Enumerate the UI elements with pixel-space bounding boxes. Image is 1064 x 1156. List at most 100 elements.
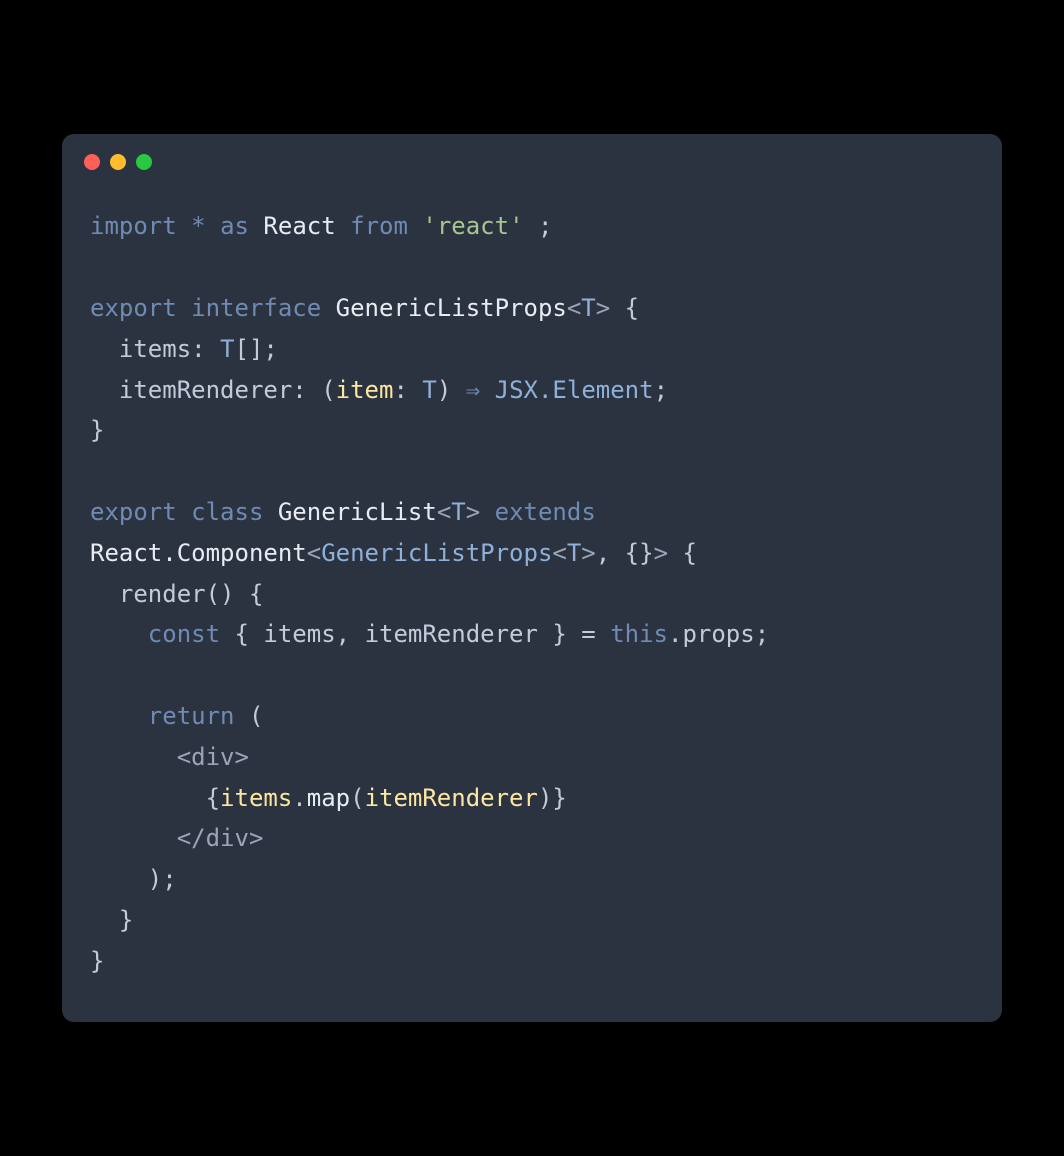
type-param: T bbox=[567, 539, 581, 567]
code-line: ); bbox=[90, 865, 177, 893]
paren: ) bbox=[538, 784, 552, 812]
code-window: import * as React from 'react' ; export … bbox=[62, 134, 1002, 1021]
code-line: </div> bbox=[90, 824, 263, 852]
type-param: T bbox=[422, 376, 436, 404]
indent bbox=[90, 906, 119, 934]
indent bbox=[90, 376, 119, 404]
string-react: 'react' bbox=[422, 212, 523, 240]
zoom-icon[interactable] bbox=[136, 154, 152, 170]
code-line: import * as React from 'react' ; bbox=[90, 212, 552, 240]
paren: ( bbox=[235, 702, 264, 730]
identifier-itemrenderer: itemRenderer bbox=[365, 784, 538, 812]
identifier-items: items bbox=[263, 620, 335, 648]
indent bbox=[90, 743, 177, 771]
brace: { bbox=[235, 580, 264, 608]
brace: { bbox=[610, 294, 639, 322]
angle-bracket: > bbox=[596, 294, 610, 322]
angle-bracket: > bbox=[466, 498, 480, 526]
paren-semi: ); bbox=[148, 865, 177, 893]
angle-bracket: < bbox=[567, 294, 581, 322]
titlebar bbox=[62, 134, 1002, 178]
keyword-as: as bbox=[220, 212, 249, 240]
identifier-items: items bbox=[220, 784, 292, 812]
paren: ( bbox=[350, 784, 364, 812]
identifier-react: React bbox=[263, 212, 335, 240]
keyword-from: from bbox=[350, 212, 408, 240]
brace: } bbox=[119, 906, 133, 934]
colon-paren: : ( bbox=[292, 376, 335, 404]
angle-bracket: < bbox=[552, 539, 566, 567]
param-item: item bbox=[336, 376, 394, 404]
comma: , bbox=[336, 620, 365, 648]
tag-div: div bbox=[191, 743, 234, 771]
minimize-icon[interactable] bbox=[110, 154, 126, 170]
identifier-genericlist: GenericList bbox=[278, 498, 437, 526]
dot: . bbox=[292, 784, 306, 812]
colon: : bbox=[191, 335, 220, 363]
keyword-export: export bbox=[90, 294, 177, 322]
semicolon: ; bbox=[755, 620, 769, 648]
brace: { bbox=[220, 620, 263, 648]
angle-bracket: > bbox=[654, 539, 668, 567]
code-line: } bbox=[90, 416, 104, 444]
code-line: itemRenderer: (item: T) ⇒ JSX.Element; bbox=[90, 376, 668, 404]
code-line: {items.map(itemRenderer)} bbox=[90, 784, 567, 812]
keyword-return: return bbox=[148, 702, 235, 730]
brace: } bbox=[90, 947, 104, 975]
paren: ) bbox=[437, 376, 466, 404]
angle-bracket: > bbox=[581, 539, 595, 567]
indent bbox=[90, 620, 148, 648]
type-param: T bbox=[581, 294, 595, 322]
keyword-const: const bbox=[148, 620, 220, 648]
tag-div: div bbox=[206, 824, 249, 852]
code-line: React.Component<GenericListProps<T>, {}>… bbox=[90, 539, 697, 567]
tag-close: > bbox=[235, 743, 249, 771]
type-param: T bbox=[220, 335, 234, 363]
brace: } bbox=[552, 784, 566, 812]
indent bbox=[90, 784, 206, 812]
keyword-this: this bbox=[610, 620, 668, 648]
keyword-interface: interface bbox=[191, 294, 321, 322]
indent bbox=[90, 865, 148, 893]
semicolon: ; bbox=[524, 212, 553, 240]
method-map: map bbox=[307, 784, 350, 812]
identifier-reactcomponent: React.Component bbox=[90, 539, 307, 567]
code-line: export class GenericList<T> extends bbox=[90, 498, 596, 526]
prop-items: items bbox=[119, 335, 191, 363]
tag-open: < bbox=[177, 743, 191, 771]
keyword-import: import bbox=[90, 212, 177, 240]
code-line: items: T[]; bbox=[90, 335, 278, 363]
keyword-class: class bbox=[191, 498, 263, 526]
type-genericlistprops: GenericListProps bbox=[321, 539, 552, 567]
tag-close: > bbox=[249, 824, 263, 852]
angle-bracket: < bbox=[437, 498, 451, 526]
code-line: const { items, itemRenderer } = this.pro… bbox=[90, 620, 769, 648]
arrow-operator: ⇒ bbox=[466, 376, 480, 404]
semicolon: ; bbox=[654, 376, 668, 404]
type-jsxelement: JSX.Element bbox=[495, 376, 654, 404]
type-param: T bbox=[451, 498, 465, 526]
identifier-itemrenderer: itemRenderer bbox=[365, 620, 538, 648]
prop-props: props bbox=[682, 620, 754, 648]
indent bbox=[90, 335, 119, 363]
indent bbox=[90, 824, 177, 852]
keyword-export: export bbox=[90, 498, 177, 526]
keyword-extends: extends bbox=[495, 498, 596, 526]
code-line: } bbox=[90, 947, 104, 975]
identifier-genericlistprops: GenericListProps bbox=[336, 294, 567, 322]
prop-itemrenderer: itemRenderer bbox=[119, 376, 292, 404]
angle-bracket: < bbox=[307, 539, 321, 567]
code-line: export interface GenericListProps<T> { bbox=[90, 294, 639, 322]
indent bbox=[90, 580, 119, 608]
space bbox=[480, 376, 494, 404]
colon: : bbox=[393, 376, 422, 404]
empty-object: {} bbox=[625, 539, 654, 567]
indent bbox=[90, 702, 148, 730]
star-operator: * bbox=[191, 212, 205, 240]
code-line: return ( bbox=[90, 702, 263, 730]
code-line: render() { bbox=[90, 580, 263, 608]
brace: { bbox=[206, 784, 220, 812]
close-icon[interactable] bbox=[84, 154, 100, 170]
dot: . bbox=[668, 620, 682, 648]
brackets: []; bbox=[235, 335, 278, 363]
